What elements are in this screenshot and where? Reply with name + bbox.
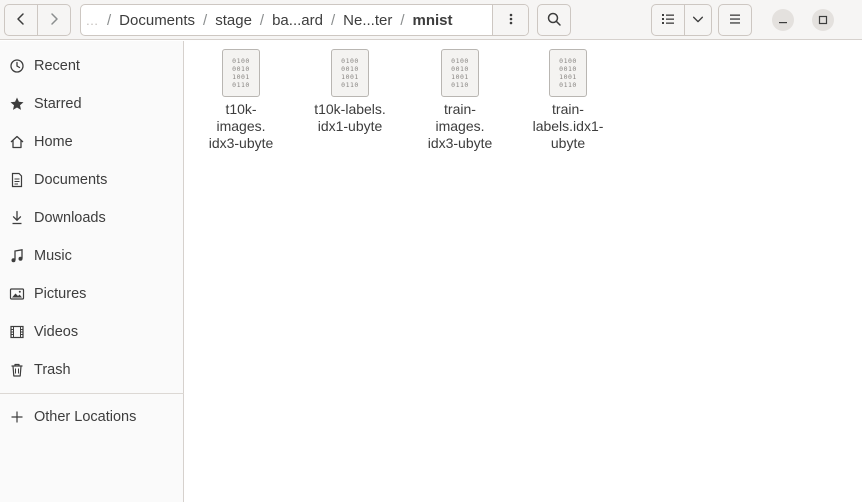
sidebar-item-label: Pictures — [34, 286, 87, 302]
sidebar-item-label: Videos — [34, 324, 79, 340]
path-item-board[interactable]: ba...ard — [272, 12, 323, 29]
sidebar-item-music[interactable]: Music — [0, 239, 184, 273]
file-name: train- labels.idx1- ubyte — [532, 101, 604, 151]
binary-file-icon: 0100 0010 1001 0110 — [441, 49, 479, 97]
trash-icon — [9, 362, 25, 378]
hamburger-icon — [727, 11, 743, 30]
file-name: train- images. idx3-ubyte — [427, 101, 493, 151]
path-bar: … / Documents / stage / ba...ard / Ne...… — [80, 4, 529, 36]
list-view-icon — [660, 11, 676, 30]
sidebar-item-label: Downloads — [34, 210, 106, 226]
sidebar-item-label: Starred — [34, 96, 82, 112]
sidebar-item-recent[interactable]: Recent — [0, 49, 184, 83]
search-icon — [546, 11, 562, 30]
path-item-stage[interactable]: stage — [215, 12, 252, 29]
chevron-right-icon — [46, 11, 62, 30]
sidebar-item-starred[interactable]: Starred — [0, 87, 184, 121]
back-button[interactable] — [4, 4, 38, 36]
main-menu-button[interactable] — [718, 4, 752, 36]
sidebar-item-videos[interactable]: Videos — [0, 315, 184, 349]
sidebar-item-label: Home — [34, 134, 73, 150]
path-menu-button[interactable] — [492, 5, 528, 35]
minimize-icon — [778, 12, 788, 28]
sidebar-item-label: Recent — [34, 58, 80, 74]
sidebar-item-downloads[interactable]: Downloads — [0, 201, 184, 235]
path-separator: / — [107, 11, 112, 29]
maximize-icon — [818, 12, 828, 28]
sidebar-item-label: Documents — [34, 172, 108, 188]
search-button[interactable] — [537, 4, 571, 36]
document-icon — [9, 172, 25, 188]
view-toggle-button[interactable] — [651, 4, 685, 36]
file-item[interactable]: 0100 0010 1001 0110 train- images. idx3-… — [410, 49, 510, 152]
sidebar-item-other-locations[interactable]: Other Locations — [0, 400, 184, 434]
plus-icon — [9, 409, 25, 425]
binary-file-icon: 0100 0010 1001 0110 — [549, 49, 587, 97]
view-options-button[interactable] — [684, 4, 712, 36]
path-item-documents[interactable]: Documents — [119, 12, 195, 29]
sidebar-item-label: Other Locations — [34, 409, 137, 425]
forward-button[interactable] — [37, 4, 71, 36]
path-overflow[interactable]: … — [85, 13, 99, 28]
sidebar-item-trash[interactable]: Trash — [0, 353, 184, 387]
sidebar-item-label: Trash — [34, 362, 71, 378]
sidebar-divider — [0, 393, 184, 394]
file-item[interactable]: 0100 0010 1001 0110 t10k- images. idx3-u… — [191, 49, 291, 152]
file-name: t10k- images. idx3-ubyte — [208, 101, 274, 151]
path-item-current[interactable]: mnist — [413, 12, 453, 29]
path-item-network[interactable]: Ne...ter — [343, 12, 392, 29]
sidebar: Recent Starred Home Documents Downloads … — [0, 41, 184, 502]
star-icon — [9, 96, 25, 112]
file-item[interactable]: 0100 0010 1001 0110 train- labels.idx1- … — [518, 49, 618, 152]
path-separator: / — [330, 11, 336, 29]
path-separator: / — [400, 11, 405, 29]
sidebar-item-label: Music — [34, 248, 72, 264]
home-icon — [9, 134, 25, 150]
header-bar: … / Documents / stage / ba...ard / Ne...… — [0, 0, 862, 40]
maximize-button[interactable] — [812, 9, 834, 31]
path-separator: / — [259, 11, 265, 29]
download-icon — [9, 210, 25, 226]
video-icon — [9, 324, 25, 340]
file-item[interactable]: 0100 0010 1001 0110 t10k-labels. idx1-ub… — [300, 49, 400, 135]
file-view[interactable]: 0100 0010 1001 0110 t10k- images. idx3-u… — [185, 41, 862, 502]
vertical-ellipsis-icon — [504, 12, 518, 29]
sidebar-item-pictures[interactable]: Pictures — [0, 277, 184, 311]
picture-icon — [9, 286, 25, 302]
music-icon — [9, 248, 25, 264]
minimize-button[interactable] — [772, 9, 794, 31]
chevron-down-icon — [691, 12, 705, 29]
file-name: t10k-labels. idx1-ubyte — [314, 101, 386, 134]
binary-file-icon: 0100 0010 1001 0110 — [331, 49, 369, 97]
chevron-left-icon — [13, 11, 29, 30]
clock-icon — [9, 58, 25, 74]
sidebar-item-documents[interactable]: Documents — [0, 163, 184, 197]
binary-file-icon: 0100 0010 1001 0110 — [222, 49, 260, 97]
sidebar-item-home[interactable]: Home — [0, 125, 184, 159]
path-separator: / — [203, 11, 208, 29]
